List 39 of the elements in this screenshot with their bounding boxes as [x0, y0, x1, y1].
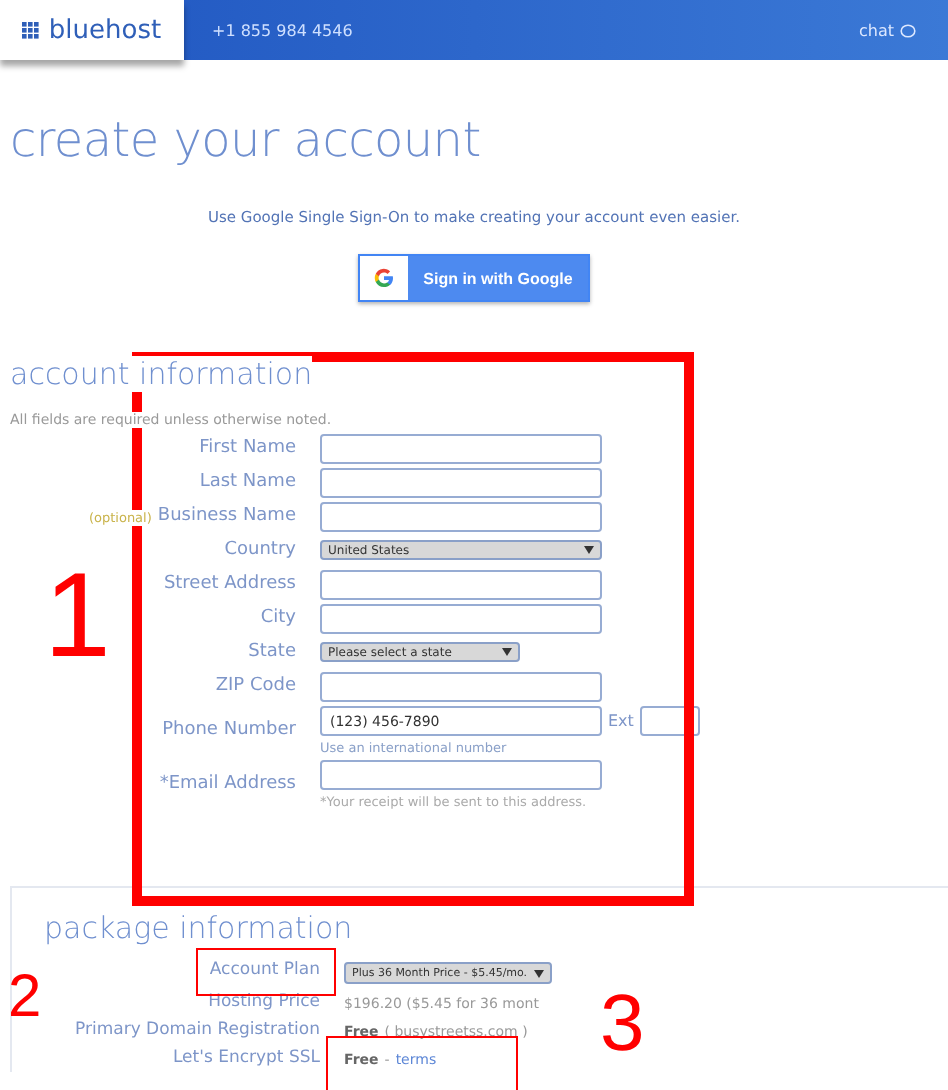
- logo-text: bluehost: [48, 15, 162, 45]
- field-label: Country: [224, 538, 296, 564]
- page-title: create your account: [10, 112, 483, 168]
- package-label: Account Plan: [209, 958, 320, 984]
- section-heading: package information: [44, 910, 353, 946]
- section-heading: account information: [10, 356, 313, 392]
- package-label: Let's Encrypt SSL: [172, 1046, 320, 1072]
- annotation-number: 3: [600, 984, 645, 1064]
- field-label: Street Address: [163, 572, 296, 598]
- annotation-number: 2: [8, 968, 42, 1028]
- caret-icon: [502, 648, 512, 656]
- annotation-frame: [196, 948, 336, 996]
- grid-icon: [22, 21, 41, 39]
- field-label: *Email Address: [159, 772, 296, 798]
- google-icon: [374, 268, 394, 288]
- input-field[interactable]: [320, 604, 602, 634]
- annotation-number: 1: [44, 556, 111, 676]
- field-label: ZIP Code: [215, 674, 296, 700]
- field-label: State: [248, 640, 296, 666]
- field-label: Last Name: [199, 470, 296, 496]
- ext-label: Ext: [608, 712, 634, 730]
- field-label: City: [260, 606, 296, 632]
- caret-icon: [584, 546, 594, 554]
- input-field[interactable]: [320, 468, 602, 498]
- chat-icon: [900, 23, 916, 37]
- input-field[interactable]: [320, 570, 602, 600]
- field-label: Business Name: [157, 504, 296, 530]
- input-field[interactable]: [320, 502, 602, 532]
- chat-link[interactable]: chat: [858, 21, 916, 39]
- input-field[interactable]: [320, 760, 602, 790]
- field-label: Phone Number: [162, 718, 296, 744]
- logo-tab[interactable]: bluehost: [0, 0, 184, 60]
- phone-number: +1 855 984 4546: [212, 21, 355, 39]
- caret-icon: [533, 969, 544, 977]
- package-label: Primary Domain Registration: [75, 1018, 320, 1044]
- input-field[interactable]: [320, 434, 602, 464]
- google-sign-in-button[interactable]: Sign in with Google: [358, 254, 590, 302]
- input-field[interactable]: [320, 672, 602, 702]
- field-label: First Name: [199, 436, 296, 462]
